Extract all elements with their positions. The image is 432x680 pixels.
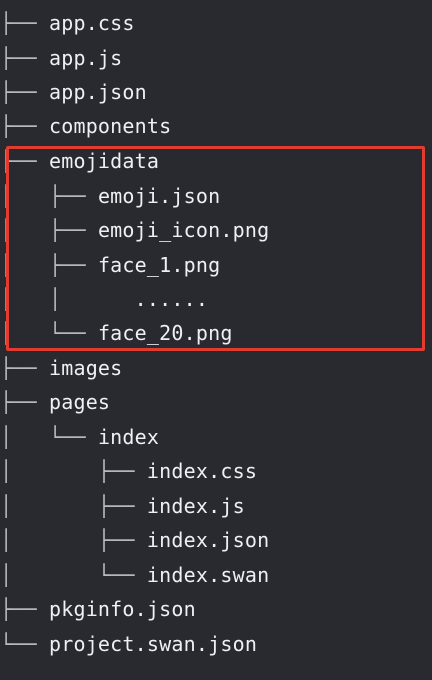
tree-branch: │ └── [0, 563, 147, 587]
file-name: pkginfo.json [48, 597, 196, 621]
folder-name: pages [48, 390, 111, 414]
file-name: index.swan [146, 563, 270, 587]
tree-branch: ├── [0, 46, 49, 70]
tree-branch: │ ├── [0, 528, 147, 552]
tree-line-images: ├── images [0, 351, 122, 385]
tree-line-app-js: ├── app.js [0, 41, 122, 75]
file-name: index.json [146, 528, 270, 552]
file-name: index.css [146, 459, 258, 483]
tree-line-components: ├── components [0, 109, 171, 143]
file-name: app.css [48, 11, 135, 35]
tree-branch: │ └── [0, 425, 98, 449]
tree-branch: ├── [0, 80, 49, 104]
tree-branch: │ ├── [0, 459, 147, 483]
tree-branch: ├── [0, 11, 49, 35]
file-name: app.js [48, 46, 123, 70]
file-name: app.json [48, 80, 147, 104]
tree-line-pages: ├── pages [0, 385, 110, 419]
tree-branch: ├── [0, 114, 49, 138]
file-name: project.swan.json [48, 632, 258, 656]
tree-branch: │ ├── [0, 494, 147, 518]
tree-line-index-js: │ ├── index.js [0, 489, 245, 523]
tree-line-app-json: ├── app.json [0, 75, 147, 109]
tree-branch: ├── [0, 597, 49, 621]
tree-line-index-folder: │ └── index [0, 420, 159, 454]
tree-line-project-swan-json: └── project.swan.json [0, 627, 257, 661]
tree-branch: └── [0, 632, 49, 656]
tree-line-app-css: ├── app.css [0, 6, 135, 40]
folder-name: components [48, 114, 172, 138]
file-name: index.js [146, 494, 245, 518]
tree-line-pkginfo-json: ├── pkginfo.json [0, 592, 196, 626]
emojidata-highlight-box [6, 146, 425, 351]
tree-line-index-css: │ ├── index.css [0, 454, 257, 488]
tree-line-index-json: │ ├── index.json [0, 523, 269, 557]
folder-name: images [48, 356, 123, 380]
tree-branch: ├── [0, 390, 49, 414]
folder-name: index [97, 425, 160, 449]
tree-line-index-swan: │ └── index.swan [0, 558, 269, 592]
tree-branch: ├── [0, 356, 49, 380]
